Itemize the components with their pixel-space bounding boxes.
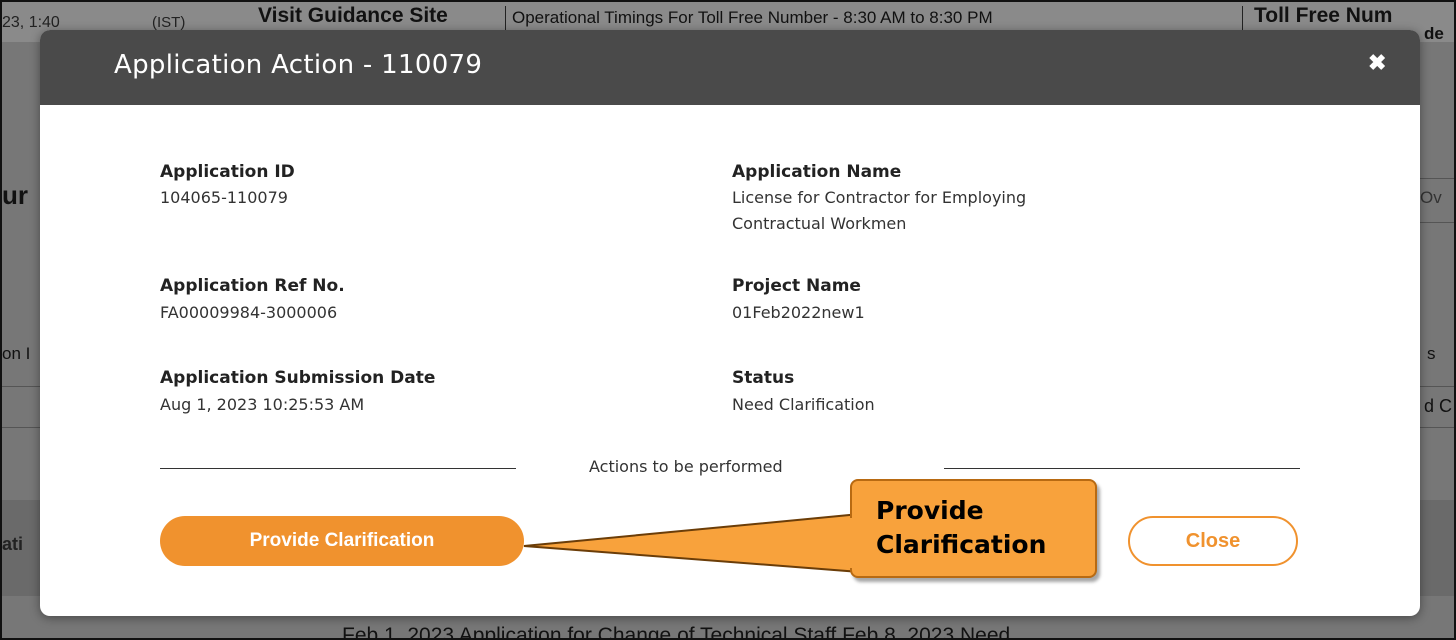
callout-label: Provide Clarification bbox=[876, 494, 1046, 562]
callout-line1: Provide bbox=[876, 496, 984, 525]
screenshot-frame: 23, 1:40 (IST) Visit Guidance Site Opera… bbox=[0, 0, 1456, 640]
callout-pointer-join bbox=[850, 518, 854, 568]
callout-line2: Clarification bbox=[876, 530, 1047, 559]
